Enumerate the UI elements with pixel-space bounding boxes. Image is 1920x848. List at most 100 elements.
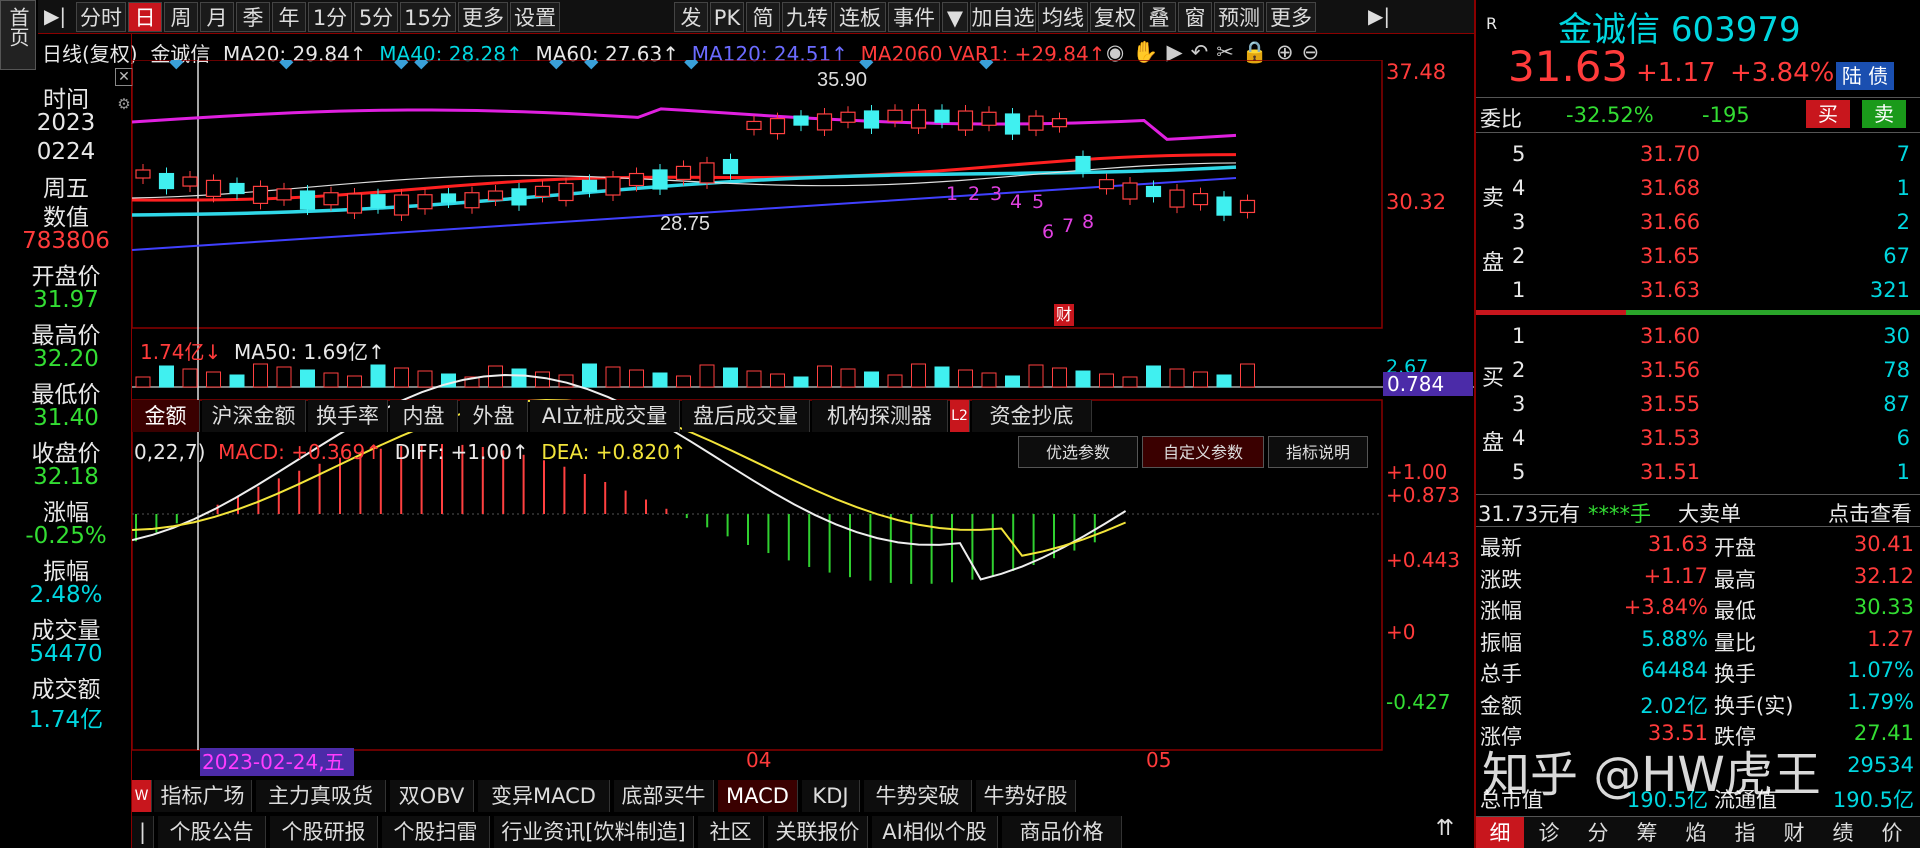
subtab-2[interactable]: 换手率 [308,400,388,432]
bid-level-2: 3 [1512,392,1526,416]
candle-body-11 [393,194,410,216]
bottom-tab-7[interactable]: 商品价格 [1002,816,1122,848]
watermark: 知乎 @HW虎王 [1482,747,1821,803]
tool-0[interactable]: 发 [674,2,708,32]
volume-bar-36 [981,372,997,388]
finance-event-marker[interactable]: 财 [1054,304,1074,326]
candle-body-41 [1098,179,1115,190]
stat-label2-0: 开盘 [1714,536,1756,560]
left-row-7: 31.97 [33,286,99,313]
subtab-0[interactable]: 金额 [132,400,200,432]
subtab-4[interactable]: 外盘 [460,400,528,432]
expand-icon[interactable]: ▶| [42,4,68,30]
quote-tab-6[interactable]: 财 [1770,817,1818,848]
tool-7[interactable]: 加自选 [970,2,1036,32]
quote-tab-7[interactable]: 绩 [1819,817,1867,848]
period-0[interactable]: 分时 [76,2,126,32]
period-2[interactable]: 周 [164,2,198,32]
volume-bar-6 [276,366,292,388]
seq-label-5: 6 [1042,221,1054,243]
macd-btn-1[interactable]: 自定义参数 [1142,436,1264,468]
ind-tab-0[interactable]: 指标广场 [154,780,252,812]
tool-8[interactable]: 均线 [1038,2,1088,32]
candle-body-38 [1028,115,1044,131]
price-axis-top: 37.48 [1386,60,1447,84]
stat-value2-7: 29534 [1847,752,1914,777]
period-5[interactable]: 年 [272,2,306,32]
last-price: 31.63 [1508,42,1629,91]
buy-button[interactable]: 买 [1806,100,1850,128]
subtab-9[interactable]: 资金抄底 [972,400,1092,432]
tool-3[interactable]: 九转 [782,2,832,32]
subtab-1[interactable]: 沪深金额 [202,400,306,432]
quote-tab-2[interactable]: 分 [1574,817,1622,848]
subtab-8[interactable]: L2 [950,400,970,432]
home-tab[interactable]: 首页 [0,0,36,70]
bottom-tab-2[interactable]: 个股扫雷 [382,816,490,848]
tool-6[interactable]: ▼ [942,2,968,32]
tool-5[interactable]: 事件 [888,2,940,32]
seq-label-2: 3 [990,183,1002,205]
tool-4[interactable]: 连板 [834,2,886,32]
stat-value-4: 64484 [1641,658,1708,682]
collapse-icon[interactable]: ▶| [1368,4,1398,30]
period-1[interactable]: 日 [128,2,162,32]
volume-bar-21 [629,369,644,388]
tool-1[interactable]: PK [710,2,744,32]
period-3[interactable]: 月 [200,2,234,32]
bid-level-0: 1 [1512,324,1526,348]
macd-params: 0,22,7) [134,440,206,464]
seq-label-7: 8 [1082,211,1094,233]
bond-badge[interactable]: 陆 债 [1836,62,1894,90]
ind-tab-3[interactable]: 变异MACD [478,780,610,812]
quote-tab-1[interactable]: 诊 [1525,817,1573,848]
quote-tab-8[interactable]: 价 [1868,817,1916,848]
ind-tab-8[interactable]: 牛势好股 [976,780,1076,812]
bottom-tab-0[interactable]: 个股公告 [158,816,266,848]
ind-tab-7[interactable]: 牛势突破 [864,780,972,812]
quote-tab-0[interactable]: 细 [1476,817,1524,848]
volume-bar-12 [417,370,433,388]
stock-code: 603979 [1670,10,1801,50]
quote-tab-4[interactable]: 焰 [1672,817,1720,848]
bottom-tab-4[interactable]: 社区 [698,816,764,848]
subtab-3[interactable]: 内盘 [390,400,458,432]
ind-tab-5[interactable]: MACD [718,780,798,812]
tool-10[interactable]: 叠 [1142,2,1176,32]
sell-label-1: 卖 [1482,186,1505,211]
subtab-7[interactable]: 机构探测器 [812,400,948,432]
bottom-tab-5[interactable]: 关联报价 [768,816,868,848]
tool-13[interactable]: 更多 [1266,2,1316,32]
period-6[interactable]: 1分 [308,2,352,32]
tool-11[interactable]: 窗 [1178,2,1212,32]
bottom-tab-6[interactable]: AI相似个股 [872,816,998,848]
ind-tab-6[interactable]: KDJ [802,780,860,812]
tool-12[interactable]: 预测 [1214,2,1264,32]
event-diamond-0 [169,60,184,70]
quote-tab-3[interactable]: 筹 [1623,817,1671,848]
macd-btn-2[interactable]: 指标说明 [1268,436,1368,468]
period-7[interactable]: 5分 [354,2,398,32]
ind-tab-4[interactable]: 底部买牛 [614,780,714,812]
candle-body-27 [769,117,786,135]
bottom-tab-3[interactable]: 行业资讯[饮料制造] [494,816,694,848]
volume-bar-34 [934,366,950,388]
period-8[interactable]: 15分 [400,2,456,32]
period-9[interactable]: 更多 [458,2,508,32]
subtab-6[interactable]: 盘后成交量 [682,400,810,432]
tool-9[interactable]: 复权 [1090,2,1140,32]
bigorder-link[interactable]: 点击查看 [1828,498,1912,528]
top-icon[interactable]: ⇈ [1420,816,1470,848]
subtab-5[interactable]: AI立桩成交量 [530,400,680,432]
indicator-tabs: W 指标广场 主力真吸货 双OBV 变异MACD 底部买牛 MACD KDJ 牛势突破 牛势好股 [132,780,1474,812]
bottom-tab-1[interactable]: 个股研报 [270,816,378,848]
sell-button[interactable]: 卖 [1862,100,1906,128]
ind-tab-1[interactable]: 主力真吸货 [256,780,386,812]
macd-btn-0[interactable]: 优选参数 [1018,436,1138,468]
tool-2[interactable]: 简 [746,2,780,32]
period-10[interactable]: 设置 [510,2,560,32]
quote-tab-5[interactable]: 指 [1721,817,1769,848]
ind-tab-2[interactable]: 双OBV [390,780,474,812]
volume-bar-28 [793,376,809,388]
period-4[interactable]: 季 [236,2,270,32]
